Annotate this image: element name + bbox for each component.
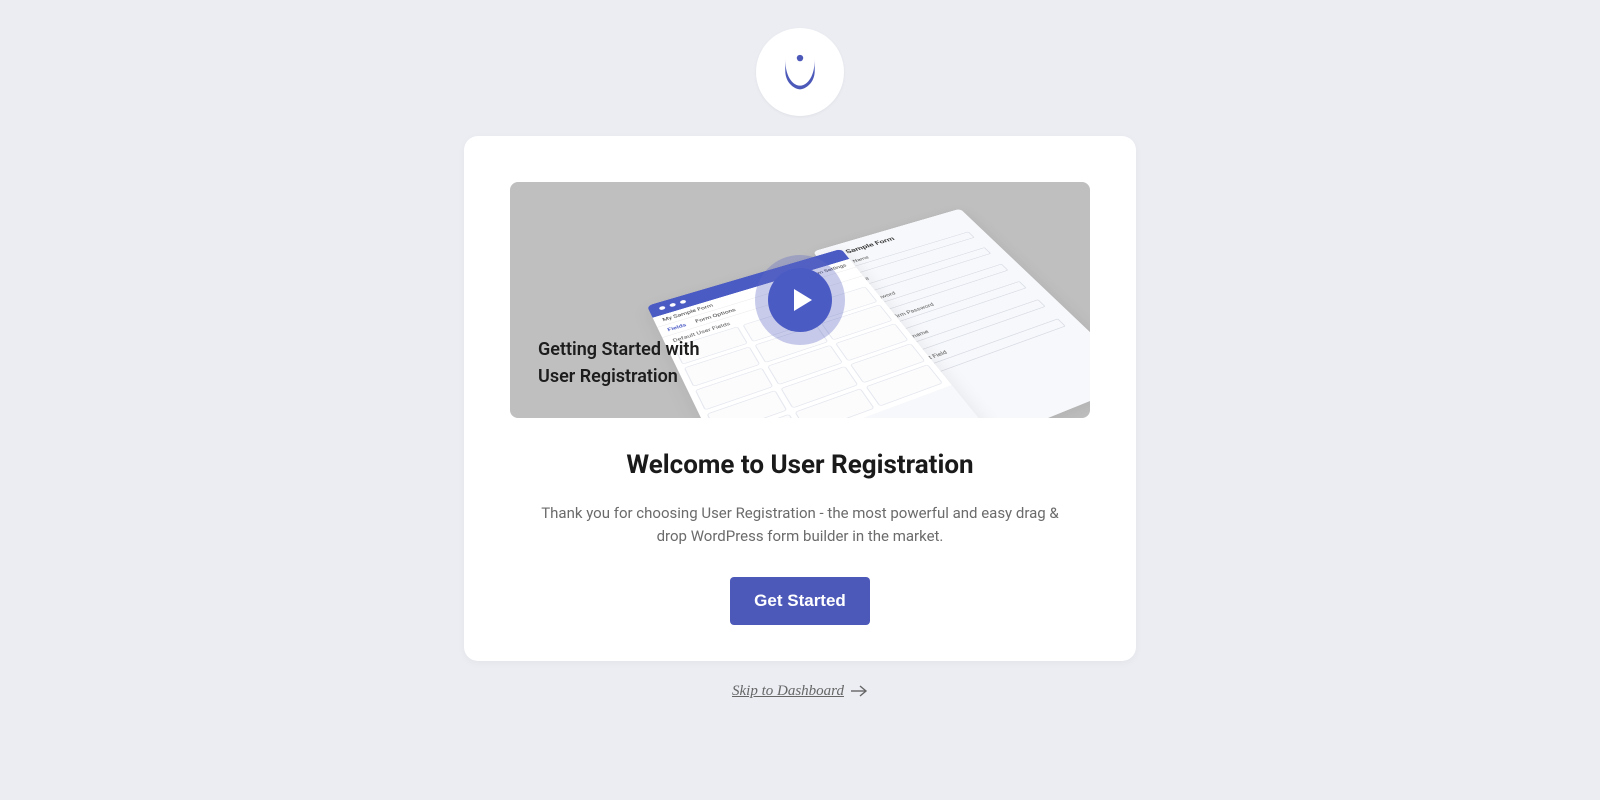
play-icon	[794, 289, 812, 311]
video-title-line1: Getting Started with	[538, 336, 700, 363]
skip-to-dashboard-link[interactable]: Skip to Dashboard	[732, 683, 868, 700]
welcome-subtext: Thank you for choosing User Registration…	[530, 502, 1070, 549]
get-started-button[interactable]: Get Started	[730, 577, 870, 625]
video-title-line2: User Registration	[538, 363, 700, 390]
welcome-heading: Welcome to User Registration	[626, 450, 973, 480]
app-logo-icon	[777, 47, 823, 97]
skip-label: Skip to Dashboard	[732, 683, 844, 700]
welcome-card: My Sample Form First Name Email Password…	[464, 136, 1136, 661]
intro-video-thumbnail[interactable]: My Sample Form First Name Email Password…	[510, 182, 1090, 418]
play-button[interactable]	[755, 255, 845, 345]
mock-form-preview: My Sample Form First Name Email Password…	[644, 192, 1090, 418]
video-title: Getting Started with User Registration	[538, 336, 700, 390]
arrow-right-icon	[850, 685, 868, 697]
app-logo-container	[756, 28, 844, 116]
